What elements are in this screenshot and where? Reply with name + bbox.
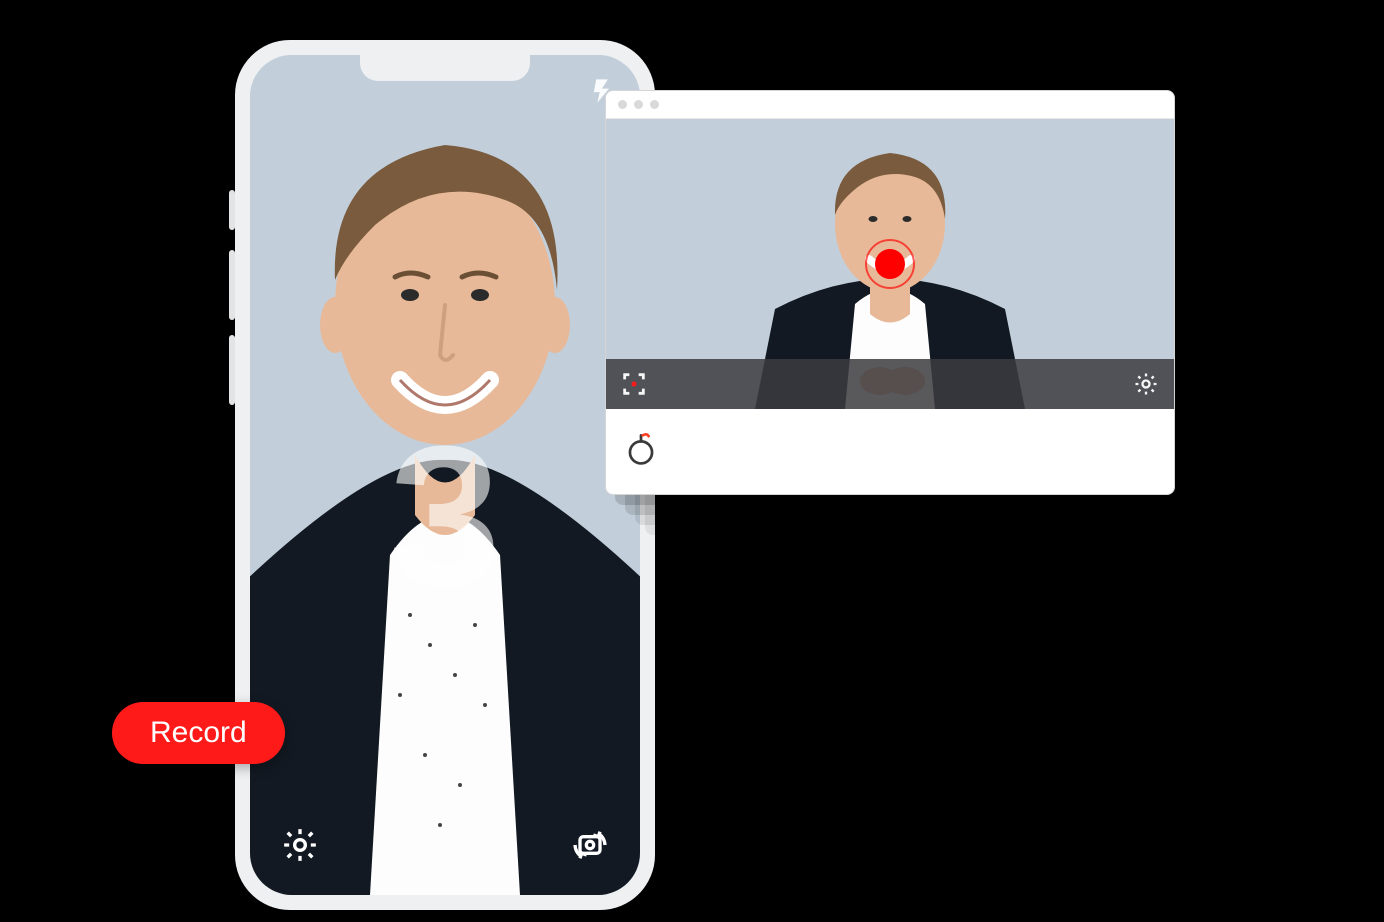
gear-icon[interactable] xyxy=(1132,370,1160,398)
record-button[interactable]: Record xyxy=(112,702,285,764)
browser-traffic-lights xyxy=(606,91,1174,119)
video-controls-bar xyxy=(606,359,1174,409)
browser-video-preview xyxy=(606,119,1174,409)
phone-mockup: 3 xyxy=(235,40,655,910)
phone-bottom-controls xyxy=(280,825,610,865)
record-button-label: Record xyxy=(150,716,247,749)
countdown-number: 3 xyxy=(389,417,500,617)
phone-notch xyxy=(360,55,530,81)
browser-window xyxy=(605,90,1175,495)
bombbomb-logo-icon xyxy=(624,432,658,466)
phone-screen: 3 xyxy=(250,55,640,895)
traffic-dot xyxy=(650,100,659,109)
browser-footer xyxy=(606,409,1174,489)
traffic-dot xyxy=(634,100,643,109)
camera-flip-icon[interactable] xyxy=(570,825,610,865)
traffic-dot xyxy=(618,100,627,109)
phone-side-button xyxy=(229,335,235,405)
recording-indicator-icon xyxy=(865,239,915,289)
phone-side-button xyxy=(229,250,235,320)
gear-icon[interactable] xyxy=(280,825,320,865)
phone-side-button xyxy=(229,190,235,230)
focus-frame-icon[interactable] xyxy=(620,370,648,398)
